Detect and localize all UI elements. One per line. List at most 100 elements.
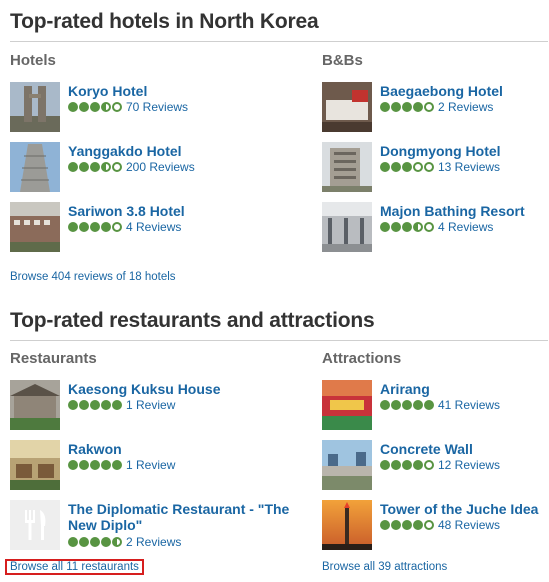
bubble-rating-icon: [380, 520, 434, 530]
rating-bubble-icon: [68, 460, 78, 470]
hotel-name-link[interactable]: Koryo Hotel: [68, 83, 298, 99]
rating-bubble-icon: [402, 162, 412, 172]
browse-restaurants-link[interactable]: Browse all 11 restaurants: [5, 559, 144, 575]
reviews-link[interactable]: 1 Review: [126, 398, 175, 412]
rating-bubble-icon: [424, 102, 434, 112]
hotel-thumbnail[interactable]: [10, 202, 60, 252]
rating-bubble-icon: [90, 222, 100, 232]
reviews-link[interactable]: 200 Reviews: [126, 160, 195, 174]
rating-bubble-icon: [424, 460, 434, 470]
rating-bubble-icon: [101, 222, 111, 232]
attraction-item-arirang: Arirang 41 Reviews: [322, 380, 549, 430]
reviews-link[interactable]: 2 Reviews: [438, 100, 493, 114]
reviews-link[interactable]: 70 Reviews: [126, 100, 188, 114]
attractions-heading: Attractions: [322, 350, 402, 367]
attraction-thumbnail[interactable]: [322, 500, 372, 550]
reviews-link[interactable]: 41 Reviews: [438, 398, 500, 412]
rating-bubble-icon: [101, 537, 111, 547]
rating-bubble-icon: [380, 162, 390, 172]
rating-bubble-icon: [101, 460, 111, 470]
attraction-item-concrete-wall: Concrete Wall 12 Reviews: [322, 440, 549, 490]
rating: 2 Reviews: [68, 535, 181, 549]
bubble-rating-icon: [68, 222, 122, 232]
restaurant-item-rakwon: Rakwon 1 Review: [10, 440, 238, 490]
rating-bubble-icon: [391, 222, 401, 232]
attraction-name-link[interactable]: Arirang: [380, 381, 549, 397]
bnb-item-dongmyong: Dongmyong Hotel 13 Reviews: [322, 142, 549, 192]
bubble-rating-icon: [380, 162, 434, 172]
rating: 4 Reviews: [68, 220, 181, 234]
reviews-link[interactable]: 4 Reviews: [126, 220, 181, 234]
rating-bubble-icon: [380, 460, 390, 470]
reviews-link[interactable]: 13 Reviews: [438, 160, 500, 174]
rating-bubble-icon: [101, 400, 111, 410]
eat-section: Top-rated restaurants and attractions: [10, 309, 548, 341]
rating-bubble-icon: [68, 537, 78, 547]
rating-bubble-icon: [391, 400, 401, 410]
rating-bubble-icon: [101, 102, 111, 112]
browse-attractions-link[interactable]: Browse all 39 attractions: [322, 561, 447, 573]
rating-bubble-icon: [112, 400, 122, 410]
attraction-item-juche-tower: Tower of the Juche Idea 48 Reviews: [322, 500, 549, 550]
bnb-name-link[interactable]: Dongmyong Hotel: [380, 143, 549, 159]
rating: 13 Reviews: [380, 160, 500, 174]
browse-hotels-link[interactable]: Browse 404 reviews of 18 hotels: [10, 271, 176, 283]
bnbs-column: B&Bs: [322, 52, 549, 69]
hotel-thumbnail[interactable]: [10, 82, 60, 132]
rating: 70 Reviews: [68, 100, 188, 114]
rating-bubble-icon: [391, 162, 401, 172]
restaurant-name-link[interactable]: Rakwon: [68, 441, 298, 457]
rating-bubble-icon: [413, 162, 423, 172]
bnb-thumbnail[interactable]: [322, 202, 372, 252]
rating-bubble-icon: [90, 460, 100, 470]
restaurant-thumbnail[interactable]: [10, 500, 60, 550]
hotel-thumbnail[interactable]: [10, 142, 60, 192]
bnb-item-majon: Majon Bathing Resort 4 Reviews: [322, 202, 549, 252]
bnb-thumbnail[interactable]: [322, 82, 372, 132]
rating-bubble-icon: [424, 162, 434, 172]
rating-bubble-icon: [380, 520, 390, 530]
rating: 200 Reviews: [68, 160, 195, 174]
rating-bubble-icon: [112, 102, 122, 112]
bubble-rating-icon: [68, 460, 122, 470]
restaurant-name-link[interactable]: The Diplomatic Restaurant - "The New Dip…: [68, 501, 298, 533]
restaurants-column: Restaurants: [10, 350, 238, 367]
rating-bubble-icon: [79, 162, 89, 172]
rating: 2 Reviews: [380, 100, 493, 114]
attraction-name-link[interactable]: Tower of the Juche Idea: [380, 501, 549, 517]
attractions-column: Attractions: [322, 350, 549, 367]
attraction-thumbnail[interactable]: [322, 380, 372, 430]
rating: 41 Reviews: [380, 398, 500, 412]
reviews-link[interactable]: 4 Reviews: [438, 220, 493, 234]
bnb-name-link[interactable]: Majon Bathing Resort: [380, 203, 549, 219]
rating-bubble-icon: [402, 460, 412, 470]
hotel-name-link[interactable]: Yanggakdo Hotel: [68, 143, 298, 159]
restaurant-item-diplomatic: The Diplomatic Restaurant - "The New Dip…: [10, 500, 289, 550]
bubble-rating-icon: [68, 400, 122, 410]
rating-bubble-icon: [380, 400, 390, 410]
reviews-link[interactable]: 12 Reviews: [438, 458, 500, 472]
eat-section-title: Top-rated restaurants and attractions: [10, 309, 548, 341]
restaurant-thumbnail[interactable]: [10, 440, 60, 490]
bnb-name-link[interactable]: Baegaebong Hotel: [380, 83, 549, 99]
rating-bubble-icon: [391, 102, 401, 112]
bnb-item-baegaebong: Baegaebong Hotel 2 Reviews: [322, 82, 549, 132]
hotel-name-link[interactable]: Sariwon 3.8 Hotel: [68, 203, 298, 219]
rating-bubble-icon: [424, 520, 434, 530]
reviews-link[interactable]: 1 Review: [126, 458, 175, 472]
restaurant-thumbnail[interactable]: [10, 380, 60, 430]
attraction-thumbnail[interactable]: [322, 440, 372, 490]
reviews-link[interactable]: 2 Reviews: [126, 535, 181, 549]
rating-bubble-icon: [79, 400, 89, 410]
hotels-column: Hotels: [10, 52, 238, 69]
restaurant-name-link[interactable]: Kaesong Kuksu House: [68, 381, 298, 397]
rating-bubble-icon: [68, 222, 78, 232]
rating-bubble-icon: [413, 460, 423, 470]
restaurant-item-kaesong: Kaesong Kuksu House 1 Review: [10, 380, 238, 430]
attraction-name-link[interactable]: Concrete Wall: [380, 441, 549, 457]
bnb-thumbnail[interactable]: [322, 142, 372, 192]
restaurants-heading: Restaurants: [10, 350, 97, 367]
reviews-link[interactable]: 48 Reviews: [438, 518, 500, 532]
fork-knife-icon: [10, 500, 60, 550]
rating: 48 Reviews: [380, 518, 500, 532]
